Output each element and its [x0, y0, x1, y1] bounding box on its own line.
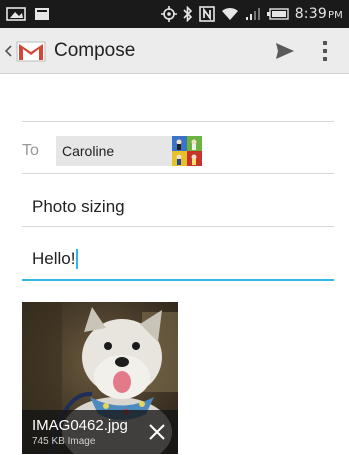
signal-icon — [245, 5, 261, 23]
overflow-menu-icon — [323, 40, 327, 61]
remove-attachment-button[interactable] — [146, 421, 168, 443]
body-focus-underline — [22, 279, 334, 281]
body-text: Hello! — [32, 249, 76, 268]
subject-divider — [22, 226, 334, 227]
recipient-chip[interactable]: Caroline — [56, 136, 202, 166]
wifi-icon — [221, 5, 239, 23]
attachment-info-bar: IMAG0462.jpg 745 KB Image — [22, 410, 178, 454]
bluetooth-icon — [183, 5, 193, 23]
attachment-file-name: IMAG0462.jpg — [32, 417, 128, 434]
battery-icon — [266, 5, 289, 23]
overflow-menu-button[interactable] — [305, 28, 345, 74]
up-caret-icon[interactable] — [2, 28, 14, 74]
to-divider — [22, 173, 334, 174]
send-button[interactable] — [265, 28, 305, 74]
page-title: Compose — [54, 39, 136, 61]
image-icon — [6, 5, 26, 23]
close-icon — [149, 424, 165, 440]
subject-text: Photo sizing — [32, 197, 125, 216]
status-time: 8:39PM — [294, 6, 343, 22]
action-bar: Compose — [0, 28, 349, 74]
text-cursor — [76, 249, 79, 269]
gps-icon — [160, 5, 177, 23]
to-field[interactable]: To Caroline — [22, 134, 334, 168]
attachment-card[interactable]: IMAG0462.jpg 745 KB Image — [22, 302, 178, 454]
status-bar: 8:39PM — [0, 0, 349, 28]
subject-field[interactable]: Photo sizing — [22, 193, 334, 221]
body-field[interactable]: Hello! — [22, 245, 334, 275]
notification-icon — [34, 5, 50, 23]
attachment-meta: 745 KB Image — [32, 436, 96, 447]
send-icon — [276, 42, 294, 59]
nfc-icon — [198, 5, 215, 23]
avatar — [172, 136, 202, 166]
gmail-logo-icon[interactable] — [16, 39, 46, 63]
from-divider — [22, 121, 334, 122]
recipient-name: Caroline — [62, 143, 115, 159]
to-label: To — [22, 142, 39, 159]
